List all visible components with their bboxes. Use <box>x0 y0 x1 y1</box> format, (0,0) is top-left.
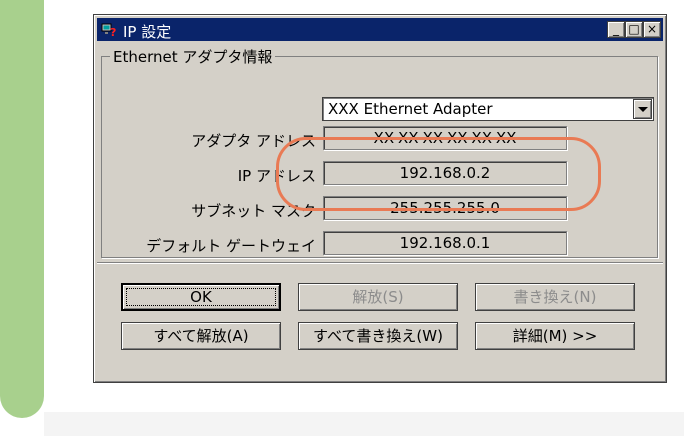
subnet-mask-value: 255.255.255.0 <box>323 196 567 220</box>
default-gateway-label: デフォルト ゲートウェイ <box>146 237 316 255</box>
minimize-button[interactable]: _ <box>607 21 625 38</box>
ip-settings-dialog: ? IP 設定 _ □ × Ethernet アダプタ情報 XXX Ethern… <box>93 14 667 383</box>
button-separator <box>97 262 663 263</box>
focus-rect <box>126 288 276 306</box>
ip-address-value: 192.168.0.2 <box>323 161 567 185</box>
adapter-select-value: XXX Ethernet Adapter <box>328 100 493 118</box>
renew-all-button[interactable]: すべて書き換え(W) <box>298 322 458 350</box>
network-question-icon: ? <box>101 23 116 38</box>
side-accent-bar <box>0 0 44 418</box>
adapter-select[interactable]: XXX Ethernet Adapter <box>322 97 654 121</box>
details-button[interactable]: 詳細(M) >> <box>475 322 635 350</box>
bottom-band <box>44 412 684 436</box>
chevron-down-icon[interactable] <box>633 99 652 119</box>
renew-button[interactable]: 書き換え(N) <box>475 283 635 311</box>
release-all-button[interactable]: すべて解放(A) <box>121 322 281 350</box>
release-button[interactable]: 解放(S) <box>298 283 458 311</box>
adapter-address-label: アダプタ アドレス <box>191 132 316 150</box>
adapter-address-value: XX-XX-XX-XX-XX-XX <box>323 126 567 150</box>
subnet-mask-label: サブネット マスク <box>191 202 316 220</box>
ip-address-label: IP アドレス <box>237 167 316 185</box>
close-button[interactable]: × <box>643 21 661 38</box>
window-title: IP 設定 <box>123 23 172 41</box>
svg-text:?: ? <box>110 26 116 38</box>
maximize-button[interactable]: □ <box>625 21 643 38</box>
default-gateway-value: 192.168.0.1 <box>323 231 567 255</box>
adapter-info-group: Ethernet アダプタ情報 <box>101 46 658 258</box>
ok-button[interactable]: OK <box>121 283 281 311</box>
title-bar: ? IP 設定 _ □ × <box>97 18 663 41</box>
group-legend: Ethernet アダプタ情報 <box>110 46 276 67</box>
